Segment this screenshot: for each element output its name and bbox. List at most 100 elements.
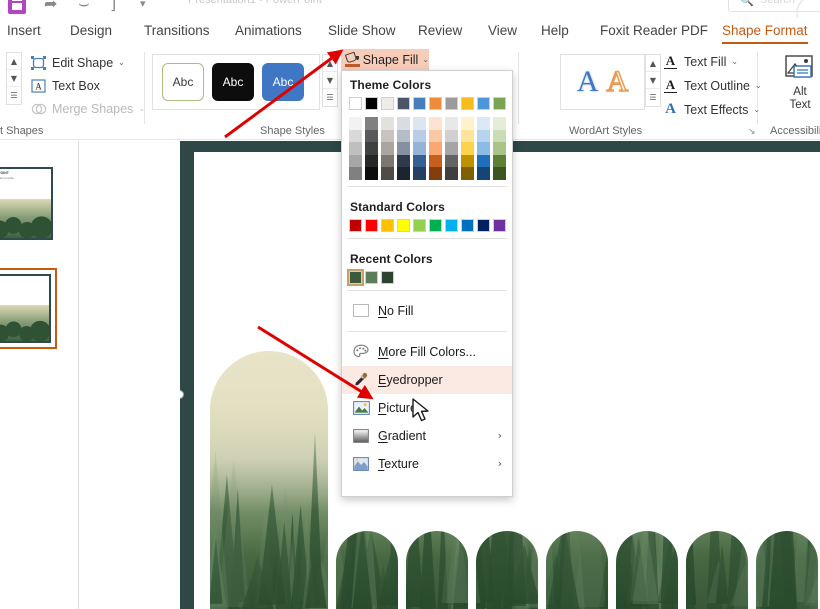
wordart-more-button[interactable]: ☰ <box>646 89 660 106</box>
theme-variant-swatch[interactable] <box>397 142 410 155</box>
wordart-style-tile[interactable]: A <box>606 66 629 98</box>
menu-item-eyedropper[interactable]: Eyedropper <box>342 365 512 394</box>
recent-color-swatch[interactable] <box>347 268 364 286</box>
chevron-down-icon[interactable]: ⌄ <box>422 55 429 64</box>
shapes-gallery-scroller[interactable]: ▲ ▼ ☰ <box>6 52 22 105</box>
theme-variant-swatch[interactable] <box>365 117 378 130</box>
theme-variant-swatch[interactable] <box>493 142 506 155</box>
theme-variant-swatch[interactable] <box>461 117 474 130</box>
standard-color-swatch[interactable] <box>381 218 394 232</box>
theme-variant-swatch[interactable] <box>349 129 362 142</box>
chevron-down-icon[interactable]: ⌄ <box>753 105 760 114</box>
theme-variant-swatch[interactable] <box>349 167 362 180</box>
theme-variant-swatch[interactable] <box>381 129 394 142</box>
theme-variant-swatch[interactable] <box>397 167 410 180</box>
theme-color-variants[interactable] <box>342 117 512 180</box>
theme-variant-swatch[interactable] <box>349 117 362 130</box>
standard-color-swatch[interactable] <box>493 218 506 232</box>
scroll-down-button[interactable]: ▼ <box>646 72 660 89</box>
more-icon[interactable]: ▾ <box>140 0 146 13</box>
theme-variant-swatch[interactable] <box>413 129 426 142</box>
tab-view[interactable]: View <box>485 22 520 39</box>
theme-variant-swatch[interactable] <box>381 142 394 155</box>
edit-shape-button[interactable]: Edit Shape ⌄ <box>30 55 125 70</box>
menu-item-no-fill[interactable]: No Fill <box>342 297 512 325</box>
menu-item-texture[interactable]: Texture › <box>342 450 512 478</box>
theme-variant-swatch[interactable] <box>445 129 458 142</box>
slide-thumbnail-1[interactable]: WERPOINT presentation template <box>0 163 57 244</box>
theme-color-swatch[interactable] <box>381 97 394 110</box>
recent-colors-row[interactable] <box>342 268 512 286</box>
theme-variant-swatch[interactable] <box>445 154 458 167</box>
wordart-dialog-launcher[interactable]: ↘ <box>748 127 756 137</box>
shape-styles-gallery[interactable]: Abc Abc Abc <box>152 54 320 110</box>
menu-item-gradient[interactable]: Gradient › <box>342 422 512 450</box>
theme-variant-swatch[interactable] <box>397 154 410 167</box>
recent-color-swatch[interactable] <box>365 270 378 284</box>
theme-variant-swatch[interactable] <box>365 142 378 155</box>
scroll-up-button[interactable]: ▲ <box>323 55 337 72</box>
scroll-up-button[interactable]: ▲ <box>646 55 660 72</box>
theme-variant-swatch[interactable] <box>461 154 474 167</box>
theme-variant-column[interactable] <box>413 117 426 180</box>
theme-variant-swatch[interactable] <box>493 117 506 130</box>
tab-help[interactable]: Help <box>538 22 572 39</box>
theme-variant-swatch[interactable] <box>365 154 378 167</box>
tab-shape-format[interactable]: Shape Format <box>719 22 811 44</box>
theme-variant-swatch[interactable] <box>461 142 474 155</box>
tab-insert[interactable]: Insert <box>4 22 44 39</box>
text-outline-button[interactable]: A Text Outline ⌄ <box>662 78 762 93</box>
resize-handle-left[interactable] <box>180 390 184 399</box>
theme-variant-swatch[interactable] <box>381 167 394 180</box>
theme-variant-swatch[interactable] <box>477 142 490 155</box>
standard-color-swatch[interactable] <box>429 218 442 232</box>
shape-style-tile[interactable]: Abc <box>262 63 304 101</box>
undo-icon[interactable]: ➦ <box>44 0 57 13</box>
theme-variant-swatch[interactable] <box>413 154 426 167</box>
theme-variant-column[interactable] <box>381 117 394 180</box>
theme-variant-swatch[interactable] <box>493 154 506 167</box>
text-cursor-icon[interactable]: ⌋ <box>110 0 116 13</box>
tab-animations[interactable]: Animations <box>232 22 305 39</box>
menu-item-picture[interactable]: Picture... <box>342 394 512 422</box>
theme-variant-swatch[interactable] <box>429 167 442 180</box>
standard-color-swatch[interactable] <box>365 218 378 232</box>
theme-variant-column[interactable] <box>397 117 410 180</box>
submenu-arrow-icon[interactable]: › <box>498 457 502 470</box>
tab-review[interactable]: Review <box>415 22 465 39</box>
theme-variant-swatch[interactable] <box>429 129 442 142</box>
theme-variant-swatch[interactable] <box>413 142 426 155</box>
theme-variant-swatch[interactable] <box>429 142 442 155</box>
shapes-more-button[interactable]: ☰ <box>7 87 21 104</box>
scroll-down-button[interactable]: ▼ <box>323 72 337 89</box>
menu-item-more-fill-colors[interactable]: More Fill Colors... <box>342 338 512 366</box>
theme-color-swatch[interactable] <box>413 97 426 110</box>
theme-variant-swatch[interactable] <box>445 142 458 155</box>
theme-variant-swatch[interactable] <box>493 167 506 180</box>
avatar[interactable] <box>796 0 820 18</box>
tab-transitions[interactable]: Transitions <box>141 22 213 39</box>
theme-variant-swatch[interactable] <box>349 142 362 155</box>
shape-style-tile[interactable]: Abc <box>212 63 254 101</box>
theme-variant-swatch[interactable] <box>413 117 426 130</box>
save-icon[interactable] <box>8 0 26 14</box>
recent-color-swatch[interactable] <box>381 270 394 284</box>
shape-fill-button[interactable]: Shape Fill ⌄ <box>341 49 429 70</box>
text-box-button[interactable]: A Text Box <box>30 78 100 93</box>
scroll-down-button[interactable]: ▼ <box>7 70 21 87</box>
chevron-down-icon[interactable]: ⌄ <box>118 58 125 67</box>
theme-variant-swatch[interactable] <box>461 129 474 142</box>
text-effects-button[interactable]: A Text Effects ⌄ <box>662 102 760 117</box>
theme-variant-column[interactable] <box>445 117 458 180</box>
theme-colors-row[interactable] <box>342 97 512 110</box>
theme-variant-swatch[interactable] <box>413 167 426 180</box>
theme-variant-swatch[interactable] <box>381 154 394 167</box>
alt-text-button[interactable]: Alt Text <box>783 54 817 111</box>
theme-variant-swatch[interactable] <box>445 167 458 180</box>
theme-variant-swatch[interactable] <box>477 117 490 130</box>
theme-variant-swatch[interactable] <box>493 129 506 142</box>
standard-colors-row[interactable] <box>342 218 512 232</box>
theme-variant-column[interactable] <box>477 117 490 180</box>
theme-variant-column[interactable] <box>349 117 362 180</box>
theme-color-swatch[interactable] <box>397 97 410 110</box>
